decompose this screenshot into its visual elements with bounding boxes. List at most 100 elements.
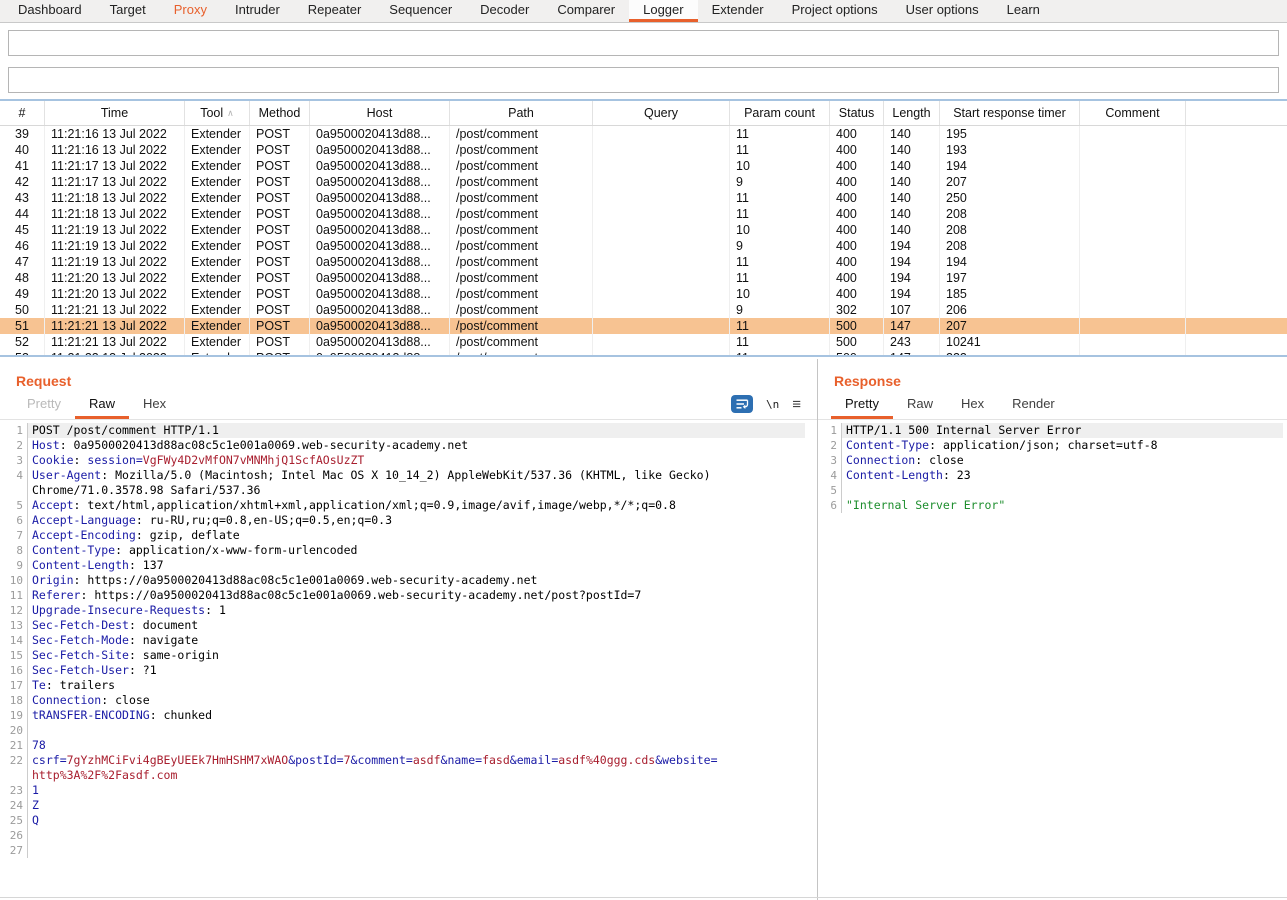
cell-host: 0a9500020413d88... <box>310 158 450 174</box>
cell-query <box>593 222 730 238</box>
column-header-status[interactable]: Status <box>830 101 884 125</box>
menu-item-decoder[interactable]: Decoder <box>466 0 543 22</box>
cell-comment <box>1080 126 1186 142</box>
menu-item-comparer[interactable]: Comparer <box>543 0 629 22</box>
cell-comment <box>1080 238 1186 254</box>
cell-param-count: 10 <box>730 222 830 238</box>
response-tab-pretty[interactable]: Pretty <box>831 391 893 419</box>
table-row[interactable]: 5011:21:21 13 Jul 2022ExtenderPOST0a9500… <box>0 302 1287 318</box>
cell-start-response-timer: 207 <box>940 174 1080 190</box>
column-header-path[interactable]: Path <box>450 101 593 125</box>
editor-line: 4Content-Length: 23 <box>820 468 1283 483</box>
table-row[interactable]: 4611:21:19 13 Jul 2022ExtenderPOST0a9500… <box>0 238 1287 254</box>
editor-line: 13Sec-Fetch-Dest: document <box>0 618 805 633</box>
table-row[interactable]: 4411:21:18 13 Jul 2022ExtenderPOST0a9500… <box>0 206 1287 222</box>
cell-status: 400 <box>830 254 884 270</box>
table-row[interactable]: 5211:21:21 13 Jul 2022ExtenderPOST0a9500… <box>0 334 1287 350</box>
cell-path: /post/comment <box>450 238 593 254</box>
cell--: 49 <box>0 286 45 302</box>
cell-length: 194 <box>884 254 940 270</box>
column-header-time[interactable]: Time <box>45 101 185 125</box>
capture-filter-bar[interactable]: Capture filter: Logger memory limit set … <box>8 30 1279 56</box>
editor-line: 22csrf=7gYzhMCiFvi4gBEyUEEk7HmHSHM7xWAO&… <box>0 753 805 768</box>
cell-query <box>593 286 730 302</box>
table-row[interactable]: 4911:21:20 13 Jul 2022ExtenderPOST0a9500… <box>0 286 1287 302</box>
response-editor[interactable]: 1HTTP/1.1 500 Internal Server Error2Cont… <box>820 423 1283 896</box>
line-number: 16 <box>0 663 28 678</box>
menu-item-repeater[interactable]: Repeater <box>294 0 375 22</box>
cell-start-response-timer: 207 <box>940 318 1080 334</box>
cell-time: 11:21:19 13 Jul 2022 <box>45 222 185 238</box>
menu-item-proxy[interactable]: Proxy <box>160 0 221 22</box>
table-row[interactable]: 4811:21:20 13 Jul 2022ExtenderPOST0a9500… <box>0 270 1287 286</box>
cell-host: 0a9500020413d88... <box>310 238 450 254</box>
column-header-param-count[interactable]: Param count <box>730 101 830 125</box>
request-editor[interactable]: 1POST /post/comment HTTP/1.12Host: 0a950… <box>0 423 805 896</box>
menu-item-user-options[interactable]: User options <box>892 0 993 22</box>
line-number: 2 <box>820 438 842 453</box>
cell-param-count: 11 <box>730 206 830 222</box>
table-row[interactable]: 3911:21:16 13 Jul 2022ExtenderPOST0a9500… <box>0 126 1287 142</box>
cell-host: 0a9500020413d88... <box>310 174 450 190</box>
cell-comment <box>1080 190 1186 206</box>
menu-item-sequencer[interactable]: Sequencer <box>375 0 466 22</box>
table-row[interactable]: 4711:21:19 13 Jul 2022ExtenderPOST0a9500… <box>0 254 1287 270</box>
cell--: 47 <box>0 254 45 270</box>
column-header-host[interactable]: Host <box>310 101 450 125</box>
table-row[interactable]: 4011:21:16 13 Jul 2022ExtenderPOST0a9500… <box>0 142 1287 158</box>
column-header-method[interactable]: Method <box>250 101 310 125</box>
menu-item-intruder[interactable]: Intruder <box>221 0 294 22</box>
cell-length: 243 <box>884 334 940 350</box>
editor-line: 8Content-Type: application/x-www-form-ur… <box>0 543 805 558</box>
response-tab-render[interactable]: Render <box>998 391 1069 419</box>
editor-menu-icon[interactable]: ≡ <box>792 397 801 412</box>
request-tab-raw[interactable]: Raw <box>75 391 129 419</box>
editor-line: 20 <box>0 723 805 738</box>
menu-item-learn[interactable]: Learn <box>993 0 1054 22</box>
cell-query <box>593 190 730 206</box>
line-number: 3 <box>820 453 842 468</box>
soft-wrap-icon[interactable] <box>731 395 753 413</box>
cell-length: 140 <box>884 142 940 158</box>
cell-host: 0a9500020413d88... <box>310 270 450 286</box>
cell-query <box>593 254 730 270</box>
table-row[interactable]: 4511:21:19 13 Jul 2022ExtenderPOST0a9500… <box>0 222 1287 238</box>
table-row[interactable]: 4111:21:17 13 Jul 2022ExtenderPOST0a9500… <box>0 158 1287 174</box>
request-tab-pretty[interactable]: Pretty <box>13 391 75 419</box>
view-filter-bar[interactable]: View filter: Showing all items <box>8 67 1279 93</box>
request-tab-hex[interactable]: Hex <box>129 391 180 419</box>
column-header-tool[interactable]: Tool∧ <box>185 101 250 125</box>
table-row[interactable]: 5111:21:21 13 Jul 2022ExtenderPOST0a9500… <box>0 318 1287 334</box>
cell-path: /post/comment <box>450 270 593 286</box>
table-row[interactable]: 4311:21:18 13 Jul 2022ExtenderPOST0a9500… <box>0 190 1287 206</box>
request-panel: Request PrettyRawHex \n ≡ 1POST /post/co… <box>0 359 818 900</box>
column-header--[interactable]: # <box>0 101 45 125</box>
editor-line: 4User-Agent: Mozilla/5.0 (Macintosh; Int… <box>0 468 805 483</box>
column-header-start-response-timer[interactable]: Start response timer <box>940 101 1080 125</box>
line-number: 13 <box>0 618 28 633</box>
column-header-query[interactable]: Query <box>593 101 730 125</box>
cell-query <box>593 238 730 254</box>
menu-item-target[interactable]: Target <box>96 0 160 22</box>
menu-item-logger[interactable]: Logger <box>629 0 697 22</box>
log-table: #TimeTool∧MethodHostPathQueryParam count… <box>0 99 1287 357</box>
line-number: 3 <box>0 453 28 468</box>
show-newlines-icon[interactable]: \n <box>766 398 779 411</box>
cell-host: 0a9500020413d88... <box>310 190 450 206</box>
cell-query <box>593 270 730 286</box>
response-tab-hex[interactable]: Hex <box>947 391 998 419</box>
menu-item-extender[interactable]: Extender <box>698 0 778 22</box>
line-number: 1 <box>0 423 28 438</box>
table-row[interactable]: 5311:21:22 13 Jul 2022ExtenderPOST0a9500… <box>0 350 1287 355</box>
cell-start-response-timer: 10241 <box>940 334 1080 350</box>
cell-time: 11:21:20 13 Jul 2022 <box>45 270 185 286</box>
menu-item-project-options[interactable]: Project options <box>778 0 892 22</box>
column-header-length[interactable]: Length <box>884 101 940 125</box>
editor-line: 12Upgrade-Insecure-Requests: 1 <box>0 603 805 618</box>
response-tabs: PrettyRawHexRender <box>818 393 1287 420</box>
column-header-comment[interactable]: Comment <box>1080 101 1186 125</box>
response-tab-raw[interactable]: Raw <box>893 391 947 419</box>
table-row[interactable]: 4211:21:17 13 Jul 2022ExtenderPOST0a9500… <box>0 174 1287 190</box>
menu-item-dashboard[interactable]: Dashboard <box>4 0 96 22</box>
cell-path: /post/comment <box>450 174 593 190</box>
